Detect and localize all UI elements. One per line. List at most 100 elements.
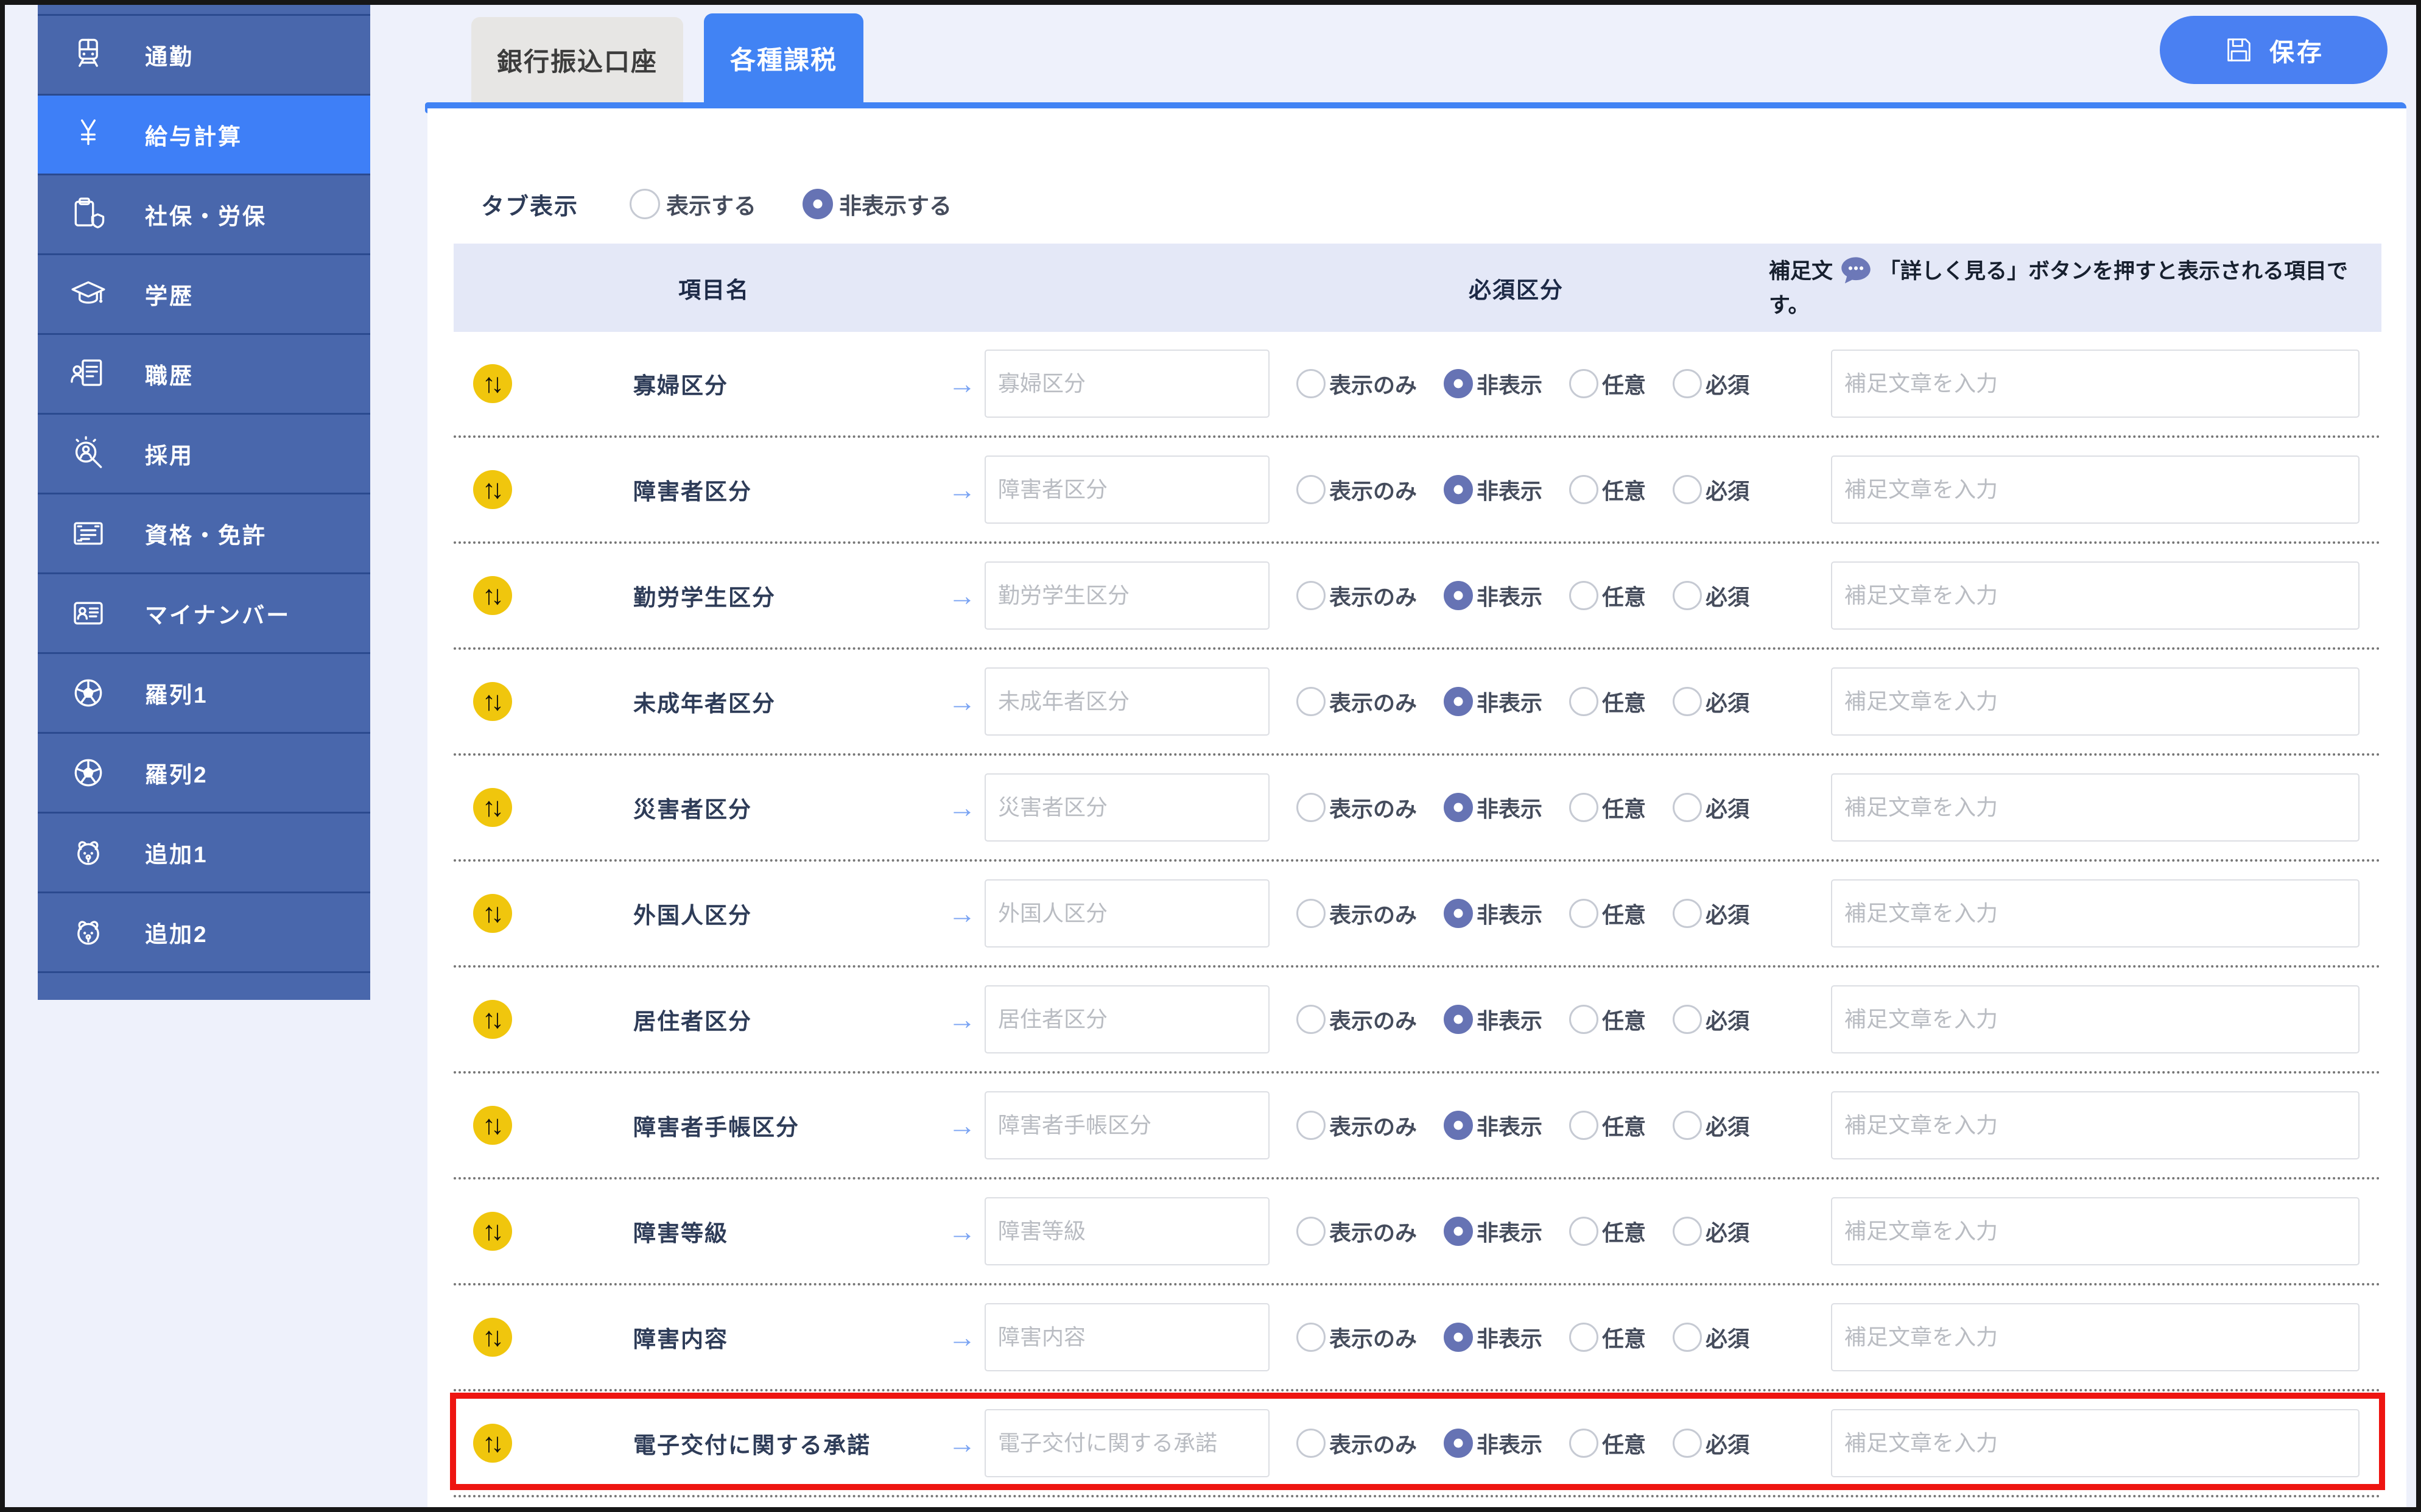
required-option[interactable]: 必須 [1673, 898, 1749, 929]
radio-circle[interactable] [1673, 1111, 1702, 1140]
radio-circle[interactable] [1673, 475, 1702, 504]
radio-circle[interactable] [1296, 899, 1326, 928]
required-option[interactable]: 任意 [1569, 580, 1646, 611]
required-option[interactable]: 表示のみ [1296, 898, 1417, 929]
required-option[interactable]: 任意 [1569, 898, 1646, 929]
radio-circle[interactable] [1673, 1005, 1702, 1034]
required-option[interactable]: 表示のみ [1296, 686, 1417, 717]
radio-circle[interactable] [1569, 1111, 1598, 1140]
required-option[interactable]: 任意 [1569, 1109, 1646, 1141]
radio-circle[interactable] [1673, 793, 1702, 822]
radio-circle-selected[interactable] [1444, 1005, 1473, 1034]
supplement-input[interactable] [1831, 1197, 2360, 1265]
required-option[interactable]: 非表示 [1444, 1427, 1542, 1459]
drag-handle[interactable]: ↑↓ [473, 1424, 512, 1463]
required-option[interactable]: 非表示 [1444, 580, 1542, 611]
field-name-input[interactable] [985, 350, 1270, 418]
field-name-input[interactable] [985, 1091, 1270, 1159]
drag-handle[interactable]: ↑↓ [473, 1318, 512, 1357]
sidebar-item-4[interactable]: 学歴 [38, 255, 370, 335]
required-option[interactable]: 表示のみ [1296, 792, 1417, 823]
radio-circle[interactable] [1569, 369, 1598, 398]
radio-circle[interactable] [1569, 475, 1598, 504]
supplement-input[interactable] [1831, 350, 2360, 418]
radio-circle[interactable] [1673, 1323, 1702, 1352]
sidebar-item-1[interactable]: 通勤 [38, 16, 370, 96]
field-name-input[interactable] [985, 773, 1270, 842]
required-option[interactable]: 非表示 [1444, 1321, 1542, 1353]
drag-handle[interactable]: ↑↓ [473, 1000, 512, 1039]
drag-handle[interactable]: ↑↓ [473, 788, 512, 827]
drag-handle[interactable]: ↑↓ [473, 576, 512, 615]
radio-circle[interactable] [1673, 1217, 1702, 1246]
radio-hide-option[interactable]: 非表示する [803, 188, 952, 220]
required-option[interactable]: 非表示 [1444, 1004, 1542, 1035]
required-option[interactable]: 非表示 [1444, 792, 1542, 823]
drag-handle[interactable]: ↑↓ [473, 1212, 512, 1251]
required-option[interactable]: 必須 [1673, 1109, 1749, 1141]
radio-circle-selected[interactable] [1444, 1323, 1473, 1352]
supplement-input[interactable] [1831, 1409, 2360, 1477]
radio-circle[interactable] [1569, 1005, 1598, 1034]
supplement-input[interactable] [1831, 561, 2360, 630]
field-name-input[interactable] [985, 455, 1270, 524]
field-name-input[interactable] [985, 561, 1270, 630]
drag-handle[interactable]: ↑↓ [473, 1106, 512, 1145]
required-option[interactable]: 必須 [1673, 1215, 1749, 1247]
required-option[interactable]: 必須 [1673, 1004, 1749, 1035]
supplement-input[interactable] [1831, 667, 2360, 736]
sidebar-item-8[interactable]: マイナンバー [38, 574, 370, 654]
radio-circle[interactable] [1673, 1429, 1702, 1458]
supplement-input[interactable] [1831, 985, 2360, 1053]
required-option[interactable]: 非表示 [1444, 686, 1542, 717]
required-option[interactable]: 必須 [1673, 368, 1749, 399]
radio-circle[interactable] [1569, 1429, 1598, 1458]
required-option[interactable]: 必須 [1673, 792, 1749, 823]
supplement-input[interactable] [1831, 455, 2360, 524]
radio-show-option[interactable]: 表示する [630, 188, 756, 220]
radio-circle[interactable] [1673, 687, 1702, 716]
required-option[interactable]: 任意 [1569, 792, 1646, 823]
radio-circle-selected[interactable] [1444, 1111, 1473, 1140]
save-button[interactable]: 保存 [2160, 16, 2388, 84]
radio-circle[interactable] [1296, 1005, 1326, 1034]
radio-circle[interactable] [1673, 369, 1702, 398]
radio-circle[interactable] [1296, 1323, 1326, 1352]
radio-circle-selected[interactable] [1444, 475, 1473, 504]
radio-circle[interactable] [1296, 1111, 1326, 1140]
supplement-input[interactable] [1831, 879, 2360, 948]
radio-circle[interactable] [1569, 687, 1598, 716]
sidebar-item-7[interactable]: 資格・免許 [38, 494, 370, 574]
field-name-input[interactable] [985, 667, 1270, 736]
required-option[interactable]: 必須 [1673, 580, 1749, 611]
radio-circle[interactable] [630, 189, 660, 219]
radio-circle[interactable] [1296, 793, 1326, 822]
supplement-input[interactable] [1831, 1303, 2360, 1371]
tab-taxation[interactable]: 各種課税 [704, 13, 863, 102]
supplement-input[interactable] [1831, 1091, 2360, 1159]
required-option[interactable]: 任意 [1569, 368, 1646, 399]
radio-circle-selected[interactable] [1444, 1217, 1473, 1246]
required-option[interactable]: 非表示 [1444, 1109, 1542, 1141]
radio-circle-selected[interactable] [1444, 899, 1473, 928]
required-option[interactable]: 任意 [1569, 474, 1646, 505]
required-option[interactable]: 表示のみ [1296, 368, 1417, 399]
required-option[interactable]: 必須 [1673, 474, 1749, 505]
required-option[interactable]: 表示のみ [1296, 1215, 1417, 1247]
sidebar-item-5[interactable]: 職歴 [38, 335, 370, 415]
sidebar-item-9[interactable]: 羅列1 [38, 654, 370, 734]
supplement-input[interactable] [1831, 773, 2360, 842]
radio-circle-selected[interactable] [803, 189, 833, 219]
drag-handle[interactable]: ↑↓ [473, 364, 512, 403]
radio-circle[interactable] [1296, 1217, 1326, 1246]
required-option[interactable]: 任意 [1569, 1427, 1646, 1459]
drag-handle[interactable]: ↑↓ [473, 682, 512, 721]
required-option[interactable]: 非表示 [1444, 368, 1542, 399]
required-option[interactable]: 表示のみ [1296, 474, 1417, 505]
field-name-input[interactable] [985, 1409, 1270, 1477]
tab-bank-account[interactable]: 銀行振込口座 [471, 17, 683, 102]
field-name-input[interactable] [985, 985, 1270, 1053]
required-option[interactable]: 非表示 [1444, 898, 1542, 929]
radio-circle[interactable] [1296, 475, 1326, 504]
drag-handle[interactable]: ↑↓ [473, 470, 512, 509]
